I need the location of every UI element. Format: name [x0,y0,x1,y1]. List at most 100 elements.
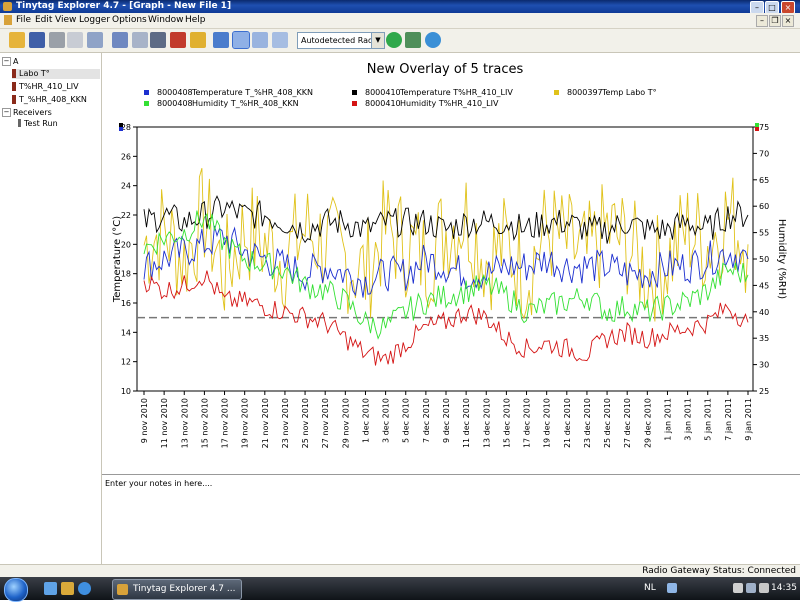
print-icon[interactable] [49,32,65,48]
menu-view[interactable]: View [55,14,76,27]
y2-tick-label: 25 [759,387,769,396]
axis-marker [755,123,759,127]
legend-id: 8000410 [365,99,401,108]
y2-tick-label: 30 [759,361,769,370]
pan-icon[interactable] [213,32,229,48]
menu-bar: File Edit View Logger Options Window Hel… [0,13,800,29]
x-tick-label: 7 dec 2010 [422,398,431,443]
window-titlebar[interactable]: Tinytag Explorer 4.7 - [Graph - New File… [0,0,800,14]
tree-item-label: T_%HR_408_KKN [19,95,87,104]
legend-swatch [352,90,357,95]
y-tick-label: 26 [121,152,131,161]
notes-area[interactable]: Enter your notes in here.... [102,474,800,566]
power-icon[interactable] [759,583,769,593]
x-tick-label: 15 nov 2010 [200,398,209,448]
graph-icon[interactable] [112,32,128,48]
zoom-in-icon[interactable] [232,31,250,49]
ie-icon[interactable] [78,582,91,595]
tree-root[interactable]: − A [2,57,18,67]
tree-item-labo[interactable]: Labo T° [12,69,100,79]
menu-options[interactable]: Options [112,14,147,27]
y2-tick-label: 75 [759,123,769,132]
y2-tick-label: 65 [759,176,769,185]
network-icon[interactable] [733,583,743,593]
stop-logger-icon[interactable] [170,32,186,48]
notes-text[interactable]: Enter your notes in here.... [105,479,212,488]
graph-panel: New Overlay of 5 traces 8000408 Temperatur… [102,53,800,471]
tree-item-408[interactable]: T_%HR_408_KKN [12,95,87,105]
start-button[interactable] [4,578,28,602]
axis-marker [119,123,123,127]
legend-id: 8000408 [157,88,193,97]
volume-icon[interactable] [746,583,756,593]
x-tick-label: 3 dec 2010 [382,398,391,443]
menu-edit[interactable]: Edit [35,14,52,27]
receiver-icon [18,119,21,127]
tree-item-label: Test Run [24,119,58,128]
x-tick-label: 5 dec 2010 [402,398,411,443]
menu-help[interactable]: Help [185,14,206,27]
clock[interactable]: 14:35 [771,577,797,600]
x-tick-label: 27 dec 2010 [623,398,632,448]
gateway-icon[interactable] [425,32,441,48]
taskbar: Tinytag Explorer 4.7 ... NL 14:35 [0,577,800,602]
overlay-chart[interactable]: New Overlay of 5 traces8000408 Temperatur… [102,53,800,471]
tree-item-test-run[interactable]: Test Run [18,119,58,129]
x-tick-label: 17 nov 2010 [221,398,230,448]
tree-receivers[interactable]: − Receivers [2,108,52,118]
taskbar-item-tinytag[interactable]: Tinytag Explorer 4.7 ... [112,579,242,600]
explorer-icon[interactable] [61,582,74,595]
x-tick-label: 9 dec 2010 [442,398,451,443]
menu-file[interactable]: File [16,14,31,27]
legend-id: 8000408 [157,99,193,108]
chevron-down-icon[interactable]: ▼ [371,33,384,48]
summary-icon[interactable] [150,32,166,48]
y2-axis-label: Humidity (%RH) [776,219,787,299]
legend-swatch [144,101,149,106]
legend-swatch [144,90,149,95]
x-tick-label: 29 nov 2010 [341,398,350,448]
x-tick-label: 19 dec 2010 [543,398,552,448]
y-tick-label: 24 [121,182,131,191]
legend-swatch [554,90,559,95]
show-desktop-icon[interactable] [44,582,57,595]
legend-label: Humidity T%HR_410_LIV [400,99,499,108]
x-tick-label: 11 nov 2010 [160,398,169,448]
tray-expand-icon[interactable] [667,583,677,593]
x-tick-label: 1 jan 2011 [663,398,672,441]
tree-item-410[interactable]: T%HR_410_LIV [12,82,79,92]
language-indicator[interactable]: NL [644,577,656,600]
y-axis-label: Temperature (°C) [112,216,123,303]
launch-icon[interactable] [405,32,421,48]
open-folder-icon[interactable] [9,32,25,48]
x-tick-label: 23 dec 2010 [583,398,592,448]
legend-id: 8000397 [567,88,603,97]
mdi-minimize-button[interactable]: – [756,15,768,27]
tree-root-label: A [13,57,19,66]
menu-window[interactable]: Window [148,14,184,27]
paste-icon[interactable] [87,32,103,48]
x-tick-label: 9 nov 2010 [140,398,149,443]
axis-marker [119,127,123,131]
collapse-icon[interactable]: − [2,108,11,117]
refresh-icon[interactable] [386,32,402,48]
x-tick-label: 11 dec 2010 [462,398,471,448]
x-tick-label: 25 nov 2010 [301,398,310,448]
mdi-close-button[interactable]: × [782,15,794,27]
app-icon [117,584,128,595]
table-icon[interactable] [132,32,148,48]
x-tick-label: 29 dec 2010 [643,398,652,448]
x-tick-label: 7 jan 2011 [724,398,733,441]
zoom-fit-icon[interactable] [272,32,288,48]
radio-selector[interactable]: Autodetected Radio ▼ [297,32,385,49]
window-title: Tinytag Explorer 4.7 - [Graph - New File… [16,1,232,11]
copy-icon[interactable] [67,32,83,48]
save-icon[interactable] [29,32,45,48]
x-tick-label: 9 jan 2011 [744,398,753,441]
overlay-icon[interactable] [190,32,206,48]
zoom-out-icon[interactable] [252,32,268,48]
menu-logger[interactable]: Logger [79,14,110,27]
doc-icon [4,15,12,25]
mdi-restore-button[interactable]: ❐ [769,15,781,27]
collapse-icon[interactable]: − [2,57,11,66]
